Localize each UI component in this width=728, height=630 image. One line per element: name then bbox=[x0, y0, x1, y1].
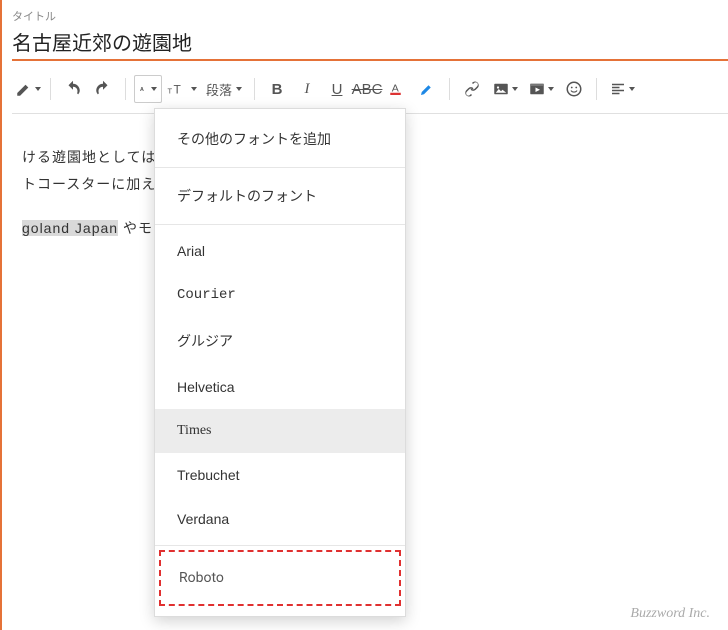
post-title-input[interactable] bbox=[12, 26, 728, 61]
caret-icon bbox=[512, 87, 518, 91]
text-color-button[interactable]: A bbox=[383, 75, 411, 103]
caret-icon bbox=[191, 87, 197, 91]
emoji-button[interactable] bbox=[560, 75, 588, 103]
caret-icon bbox=[35, 87, 41, 91]
undo-icon[interactable] bbox=[59, 75, 87, 103]
video-button[interactable] bbox=[524, 75, 558, 103]
dropdown-divider bbox=[155, 545, 405, 546]
edit-mode-icon[interactable] bbox=[14, 75, 42, 103]
toolbar-separator bbox=[125, 78, 126, 100]
caret-icon bbox=[629, 87, 635, 91]
font-family-dropdown: その他のフォントを追加 デフォルトのフォント Arial Courier グルジ… bbox=[154, 108, 406, 617]
font-option-roboto[interactable]: Roboto bbox=[161, 552, 399, 604]
font-option-helvetica[interactable]: Helvetica bbox=[155, 365, 405, 409]
font-option-georgia[interactable]: グルジア bbox=[155, 317, 405, 365]
editor-toolbar: A TT 段落 B I U ABC A bbox=[2, 61, 728, 113]
font-size-button[interactable]: TT bbox=[164, 75, 200, 103]
caret-icon bbox=[236, 87, 242, 91]
svg-text:A: A bbox=[140, 87, 144, 93]
strikethrough-button[interactable]: ABC bbox=[353, 75, 381, 103]
align-button[interactable] bbox=[605, 75, 639, 103]
paragraph-label: 段落 bbox=[206, 80, 232, 99]
toolbar-separator bbox=[50, 78, 51, 100]
default-font-item[interactable]: デフォルトのフォント bbox=[155, 172, 405, 220]
title-label: タイトル bbox=[2, 0, 728, 26]
dropdown-divider bbox=[155, 224, 405, 225]
font-option-times[interactable]: Times bbox=[155, 409, 405, 453]
font-option-arial[interactable]: Arial bbox=[155, 229, 405, 273]
font-family-button[interactable]: A bbox=[134, 75, 162, 103]
highlight-button[interactable] bbox=[413, 75, 441, 103]
toolbar-separator bbox=[254, 78, 255, 100]
svg-text:A: A bbox=[392, 82, 399, 94]
svg-text:T: T bbox=[168, 87, 173, 96]
add-more-fonts-item[interactable]: その他のフォントを追加 bbox=[155, 115, 405, 163]
font-option-courier[interactable]: Courier bbox=[155, 273, 405, 317]
image-button[interactable] bbox=[488, 75, 522, 103]
underline-button[interactable]: U bbox=[323, 75, 351, 103]
footer-credit: Buzzword Inc. bbox=[630, 606, 710, 622]
svg-text:T: T bbox=[174, 83, 182, 97]
highlighted-new-font: Roboto bbox=[159, 550, 401, 606]
link-button[interactable] bbox=[458, 75, 486, 103]
redo-icon[interactable] bbox=[89, 75, 117, 103]
bold-button[interactable]: B bbox=[263, 75, 291, 103]
font-option-trebuchet[interactable]: Trebuchet bbox=[155, 453, 405, 497]
caret-icon bbox=[151, 87, 157, 91]
font-option-verdana[interactable]: Verdana bbox=[155, 497, 405, 541]
toolbar-separator bbox=[449, 78, 450, 100]
caret-icon bbox=[548, 87, 554, 91]
toolbar-separator bbox=[596, 78, 597, 100]
dropdown-divider bbox=[155, 167, 405, 168]
selected-text[interactable]: goland Japan bbox=[22, 220, 118, 236]
paragraph-style-button[interactable]: 段落 bbox=[202, 80, 246, 99]
italic-button[interactable]: I bbox=[293, 75, 321, 103]
